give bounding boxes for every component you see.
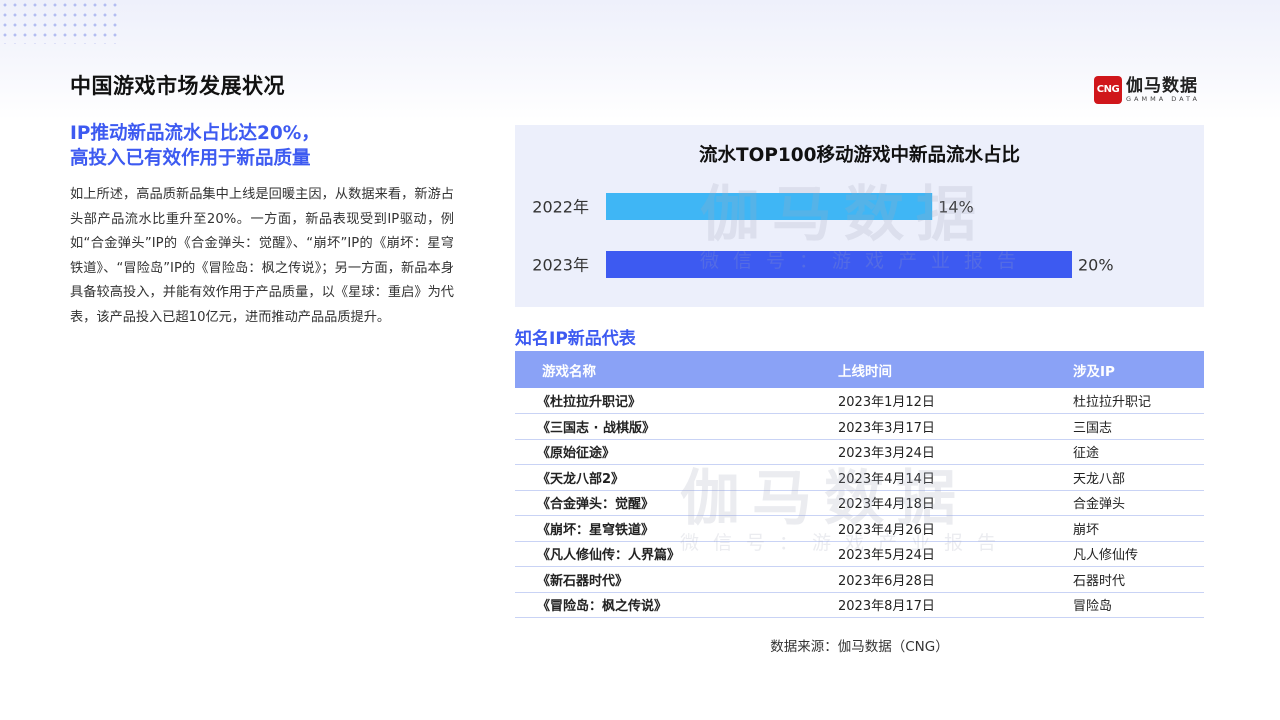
cell-ip: 三国志 (1073, 420, 1113, 436)
cell-launch-date: 2023年8月17日 (838, 599, 935, 615)
cell-launch-date: 2023年4月18日 (838, 497, 935, 513)
cell-game-name: 《原始征途》 (537, 446, 616, 462)
table-row: 《原始征途》 2023年3月24日 征途 (515, 439, 1204, 465)
table-row: 《凡人修仙传：人界篇》 2023年5月24日 凡人修仙传 (515, 541, 1204, 567)
cell-launch-date: 2023年1月12日 (838, 395, 935, 410)
cell-launch-date: 2023年6月28日 (838, 573, 935, 589)
cell-game-name: 《三国志 · 战棋版》 (537, 420, 655, 436)
cell-game-name: 《凡人修仙传：人界篇》 (537, 548, 681, 564)
bar-1 (606, 251, 1072, 278)
table-title: 知名IP新品代表 (515, 329, 636, 349)
data-source: 数据来源：伽马数据（CNG） (770, 639, 949, 655)
cell-launch-date: 2023年3月17日 (838, 420, 935, 436)
table-row: 《合金弹头：觉醒》 2023年4月18日 合金弹头 (515, 490, 1204, 516)
cell-game-name: 《合金弹头：觉醒》 (537, 497, 655, 513)
cell-game-name: 《杜拉拉升职记》 (537, 395, 642, 410)
table-header-row: 游戏名称 上线时间 涉及IP (515, 351, 1204, 388)
cell-ip: 征途 (1073, 446, 1100, 462)
cell-ip: 天龙八部 (1073, 471, 1126, 487)
header-launch-date: 上线时间 (838, 363, 892, 380)
cell-ip: 杜拉拉升职记 (1073, 395, 1152, 410)
header-game-name: 游戏名称 (542, 363, 596, 380)
cell-game-name: 《冒险岛：枫之传说》 (537, 599, 668, 615)
cell-game-name: 《天龙八部2》 (537, 471, 625, 487)
bar-0 (606, 193, 933, 220)
cell-launch-date: 2023年3月24日 (838, 446, 935, 462)
table-row: 《三国志 · 战棋版》 2023年3月17日 三国志 (515, 414, 1204, 439)
cell-ip: 合金弹头 (1073, 497, 1126, 513)
table-row: 《冒险岛：枫之传说》 2023年8月17日 冒险岛 (515, 592, 1204, 618)
header-ip: 涉及IP (1073, 363, 1115, 380)
cell-ip: 凡人修仙传 (1073, 548, 1139, 564)
table-row: 《杜拉拉升职记》 2023年1月12日 杜拉拉升职记 (515, 388, 1204, 414)
cell-ip: 冒险岛 (1073, 599, 1113, 615)
table-row: 《崩坏：星穹铁道》 2023年4月26日 崩坏 (515, 516, 1204, 541)
category-label-0: 2022年 (532, 198, 589, 217)
cell-game-name: 《崩坏：星穹铁道》 (537, 522, 655, 538)
cell-ip: 崩坏 (1073, 522, 1100, 538)
value-label-1: 20% (1078, 256, 1114, 275)
cell-game-name: 《新石器时代》 (537, 573, 629, 589)
cell-launch-date: 2023年4月26日 (838, 522, 935, 538)
table-row: 《天龙八部2》 2023年4月14日 天龙八部 (515, 465, 1204, 490)
cell-launch-date: 2023年4月14日 (838, 471, 935, 487)
table-row: 《新石器时代》 2023年6月28日 石器时代 (515, 567, 1204, 592)
cell-ip: 石器时代 (1073, 573, 1126, 589)
value-label-0: 14% (938, 198, 974, 217)
cell-launch-date: 2023年5月24日 (838, 548, 935, 564)
ip-new-games-table: 游戏名称 上线时间 涉及IP 《杜拉拉升职记》 2023年1月12日 杜拉拉升职记《… (515, 351, 1204, 618)
category-label-1: 2023年 (532, 256, 589, 275)
